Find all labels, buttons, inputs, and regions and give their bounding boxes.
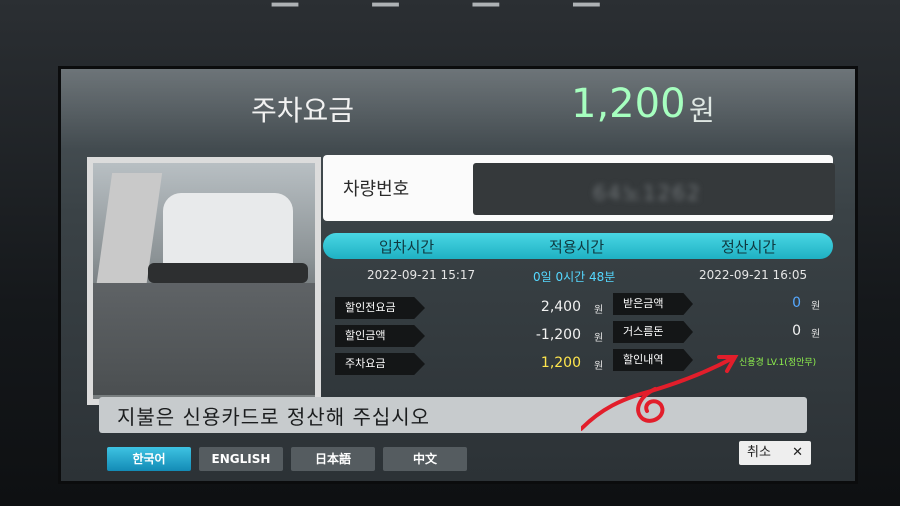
change-label: 거스름돈 — [613, 321, 693, 343]
entry-time: 2022-09-21 15:17 — [367, 268, 476, 282]
discount-label: 할인금액 — [335, 325, 425, 347]
received-unit: 원 — [811, 301, 821, 312]
time-header-applied: 적용시간 — [549, 238, 605, 256]
discount-value: -1,200 — [535, 327, 581, 343]
applied-time: 0일 0시간 48분 — [533, 270, 616, 284]
time-header-bar: 입차시간 적용시간 정산시간 — [323, 233, 833, 259]
vehicle-camera-image — [87, 157, 321, 405]
fee-title: 주차요금 — [251, 94, 355, 127]
fee-amount: 1,200 — [571, 81, 686, 127]
close-icon: ✕ — [792, 445, 803, 460]
lang-japanese-button[interactable]: 日本語 — [291, 447, 375, 471]
kiosk-screen: 주차요금 1,200 원 차량번호 64노1262 입차시간 적용시간 정산시간… — [58, 66, 858, 484]
red-arrow-annotation — [581, 355, 739, 431]
kiosk-bezel: — — — — 주차요금 1,200 원 차량번호 64노1262 입차시간 적… — [0, 0, 900, 506]
lang-chinese-button[interactable]: 中文 — [383, 447, 467, 471]
lang-english-button[interactable]: ENGLISH — [199, 447, 283, 471]
before-discount-value: 2,400 — [540, 299, 581, 315]
before-discount-unit: 원 — [594, 305, 604, 316]
car-icon — [163, 193, 293, 273]
parking-fee-label: 주차요금 — [335, 353, 425, 375]
plate-value: 64노1262 — [593, 181, 702, 205]
kiosk-top-label: — — — — — [270, 0, 632, 21]
received-value: 0 — [792, 295, 801, 311]
payment-message: 지불은 신용카드로 정산해 주십시오 — [117, 405, 431, 429]
cancel-button[interactable]: 취소 ✕ — [739, 441, 811, 465]
car-bumper — [148, 263, 308, 283]
time-header-entry: 입차시간 — [379, 238, 435, 256]
cancel-label: 취소 — [747, 445, 771, 460]
time-header-exit: 정산시간 — [721, 238, 777, 256]
camera-photo — [93, 163, 315, 399]
before-discount-label: 할인전요금 — [335, 297, 425, 319]
exit-time: 2022-09-21 16:05 — [699, 268, 808, 282]
screen-glare — [61, 69, 855, 149]
plate-label: 차량번호 — [343, 179, 410, 200]
change-unit: 원 — [811, 329, 821, 340]
camera-floor — [93, 283, 315, 395]
plate-value-field: 64노1262 — [473, 163, 835, 215]
plate-box: 차량번호 64노1262 — [323, 155, 835, 221]
fee-unit: 원 — [689, 94, 715, 127]
discount-unit: 원 — [594, 333, 604, 344]
parking-fee-value: 1,200 — [540, 355, 581, 371]
change-value: 0 — [792, 323, 801, 339]
received-label: 받은금액 — [613, 293, 693, 315]
lang-korean-button[interactable]: 한국어 — [107, 447, 191, 471]
